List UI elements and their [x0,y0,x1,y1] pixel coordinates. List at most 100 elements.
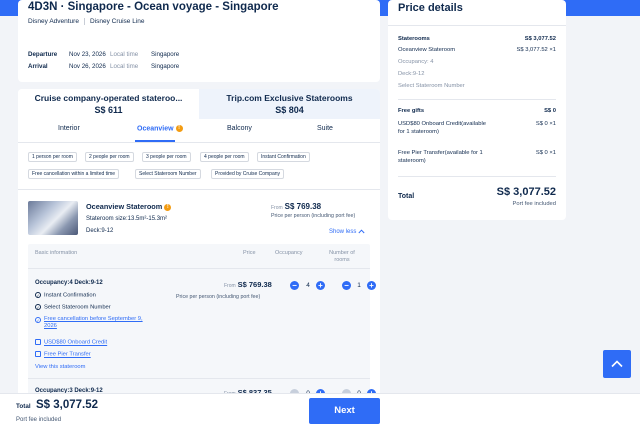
ship-name: Disney Adventure [28,18,79,26]
room-line-amount: S$ 3,077.52 ×1 [516,47,557,53]
gift-label: USD$80 Onboard Credit(available for 1 st… [398,121,486,135]
tab-interior[interactable]: Interior [58,125,80,132]
feature-label: USD$80 Onboard Credit [44,339,108,346]
tab-balcony[interactable]: Balcony [227,125,252,132]
rooms-stepper: − 1 + [342,281,378,290]
room-options-table: Basic information Price Occupancy Number… [28,244,376,409]
gift-amount: S$ 0 ×1 [535,121,556,127]
info-icon[interactable]: ! [164,203,172,211]
occupancy-increase-button[interactable]: + [316,281,325,290]
option-price-note: Price per person (including port fee) [176,294,261,300]
departure-port: Singapore [151,51,180,58]
voyage-summary-card: 4D3N · Singapore - Ocean voyage - Singap… [18,0,380,82]
gift-pier-transfer-row: Free Pier Transfer(available for 1 state… [398,150,556,166]
tab-suite[interactable]: Suite [317,125,333,132]
column-header-price: Price [243,250,256,256]
bottom-bar: Total S$ 3,077.52 Port fee included Next [0,393,640,427]
cabin-type-tabs: Interior Oceanview ! Balcony Suite [18,125,380,139]
room-line-label: Oceanview Stateroom [398,47,456,53]
tab-tripcom-exclusive-staterooms[interactable]: Trip.com Exclusive Staterooms S$ 804 [199,89,380,119]
room-title: Oceanview Stateroom ! [86,202,172,211]
option-price-amount: S$ 769.38 [237,280,272,289]
feature-label: Instant Confirmation [44,292,96,299]
chevron-up-icon [358,229,365,234]
arrival-date: Nov 26, 2026 [69,63,106,70]
column-header-basic-info: Basic information [35,250,78,256]
feature-label: Free cancellation before September 9, 20… [44,316,143,329]
occupancy-value: 4 [306,282,310,289]
tab-oceanview-label: Oceanview [137,125,174,133]
port-fee-note: Port fee included [512,201,556,207]
stateroom-photo[interactable] [28,201,78,235]
gift-icon [35,351,41,357]
occupancy-decrease-button[interactable]: − [290,281,299,290]
gift-amount: S$ 0 ×1 [535,150,556,156]
separator [83,18,85,25]
option-instant-confirmation: ✓ Instant Confirmation [35,292,96,299]
arrival-label: Arrival [28,63,48,70]
staterooms-label: Staterooms [398,36,430,42]
arrival-tz: Local time [110,63,139,70]
filter-chip[interactable]: Instant Confirmation [257,152,310,162]
filter-chip[interactable]: Free cancellation within a limited time [28,169,120,179]
free-gifts-row: Free gifts S$ 0 [398,108,556,116]
gift-icon [35,339,41,345]
option-free-cancellation-link[interactable]: ✓ Free cancellation before September 9, 2… [35,316,153,330]
voyage-title: 4D3N · Singapore - Ocean voyage - Singap… [28,1,279,13]
check-circle-icon: ✓ [35,292,41,298]
room-from-price: From S$ 769.38 [271,202,321,211]
option-onboard-credit-link[interactable]: USD$80 Onboard Credit [35,339,107,346]
option-price: From S$ 769.38 [224,280,272,289]
total-amount: S$ 3,077.52 [496,186,556,198]
room-line-row: Oceanview Stateroom S$ 3,077.52 ×1 [398,47,556,55]
stateroom-selection-card: Cruise company-operated stateroo... S$ 6… [18,89,380,409]
rooms-increase-button[interactable]: + [367,281,376,290]
filter-chip[interactable]: 3 people per room [142,152,191,162]
departure-label: Departure [28,51,58,58]
feature-label: Free Pier Transfer [44,351,91,358]
tab-cruise-company-staterooms[interactable]: Cruise company-operated stateroo... S$ 6… [18,89,199,119]
room-name: Oceanview Stateroom [86,202,163,211]
filter-chip[interactable]: Provided by Cruise Company [211,169,285,179]
bottom-total-amount: S$ 3,077.52 [36,399,99,411]
room-size: Stateroom size:13.5m²-15.3m² [86,216,168,222]
filter-chip[interactable]: 2 people per room [85,152,134,162]
rooms-decrease-button[interactable]: − [342,281,351,290]
arrow-up-icon [611,360,623,368]
column-header-occupancy: Occupancy [275,250,303,256]
view-stateroom-link[interactable]: View this stateroom [35,364,85,370]
departure-tz: Local time [110,51,139,58]
filter-chip[interactable]: 4 people per room [200,152,249,162]
option-pier-transfer-link[interactable]: Free Pier Transfer [35,351,91,358]
staterooms-row: Staterooms S$ 3,077.52 [398,36,556,44]
cruise-line: Disney Cruise Line [89,18,145,26]
price-details-card: Price details Staterooms S$ 3,077.52 Oce… [388,0,566,220]
bottom-total-label: Total [16,403,31,410]
from-label: From [224,283,236,289]
rooms-value: 1 [357,282,361,289]
price-details-title: Price details [398,2,463,14]
scroll-to-top-button[interactable] [603,350,631,378]
info-icon[interactable]: ! [175,125,183,132]
tab-label: Trip.com Exclusive Staterooms [226,93,353,103]
departure-date: Nov 23, 2026 [69,51,106,58]
divider [18,142,380,143]
arrival-row: Arrival Nov 26, 2026 Local time Singapor… [28,63,228,71]
divider [398,99,556,100]
column-header-rooms: Number of rooms [329,250,355,263]
show-less-label: Show less [329,229,357,236]
price-note: Price per person (including port fee) [271,213,356,219]
option-title: Occupancy:4 Deck:9-12 [35,280,103,286]
divider [28,268,370,269]
filter-chip[interactable]: 1 person per room [28,152,77,162]
filter-chip[interactable]: Select Stateroom Number [135,169,201,179]
check-circle-icon: ✓ [35,304,41,310]
next-button[interactable]: Next [309,398,380,424]
gift-label: Free Pier Transfer(available for 1 state… [398,150,483,164]
bottom-port-fee-note: Port fee included [16,417,62,423]
tab-oceanview[interactable]: Oceanview ! [137,125,183,132]
staterooms-amount: S$ 3,077.52 [524,36,556,42]
room-deck: Deck:9-12 [86,228,114,234]
arrival-port: Singapore [151,63,180,70]
show-less-link[interactable]: Show less [329,229,365,235]
